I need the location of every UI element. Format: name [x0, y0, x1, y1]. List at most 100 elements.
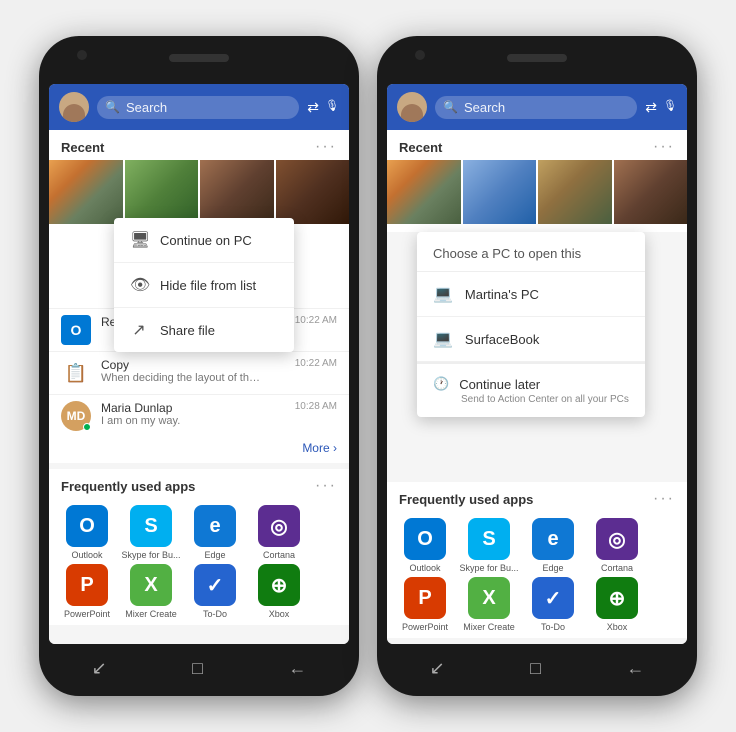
- camera-2: [415, 50, 425, 60]
- nav-home-icon[interactable]: □: [192, 658, 203, 679]
- surfacebook-label: SurfaceBook: [465, 332, 539, 347]
- continue-on-pc-item[interactable]: 🖥 Continue on PC: [114, 218, 294, 263]
- app-outlook[interactable]: O Outlook: [57, 505, 117, 560]
- martinas-pc-item[interactable]: 💻 Martina's PC: [417, 272, 645, 317]
- recent-title-2: Recent: [399, 140, 442, 155]
- cortana-app-icon-2: ◎: [596, 518, 638, 560]
- outlook-icon: O: [61, 315, 91, 345]
- recent-title: Recent: [61, 140, 104, 155]
- app-todo[interactable]: ✓ To-Do: [185, 564, 245, 619]
- image-2[interactable]: [125, 160, 199, 224]
- copy-title: Copy: [101, 358, 285, 372]
- martinas-pc-label: Martina's PC: [465, 287, 539, 302]
- image-2-3[interactable]: [538, 160, 612, 224]
- online-dot: [83, 423, 91, 431]
- recent-dots-2[interactable]: ···: [653, 138, 675, 156]
- nav-back-icon[interactable]: ←: [288, 658, 306, 679]
- image-2-2[interactable]: [463, 160, 537, 224]
- app-2-mixer[interactable]: X Mixer Create: [459, 577, 519, 632]
- continue-later-item[interactable]: 🕐 Continue later Send to Action Center o…: [417, 362, 645, 417]
- image-4[interactable]: [276, 160, 350, 224]
- app-edge[interactable]: e Edge: [185, 505, 245, 560]
- mixer-app-label-2: Mixer Create: [463, 622, 515, 632]
- search-text-2: Search: [464, 100, 505, 115]
- apps-grid-2: O Outlook S Skype for Bu... e Edge ◎: [387, 512, 687, 638]
- app-2-xbox[interactable]: ⊕ Xbox: [587, 577, 647, 632]
- apps-dots[interactable]: ···: [315, 477, 337, 495]
- more-label: More: [302, 441, 329, 455]
- search-icon-2: 🔍: [443, 100, 458, 114]
- outlook-time: 10:22 AM: [295, 315, 337, 326]
- search-bar-2[interactable]: 🔍 Search: [435, 96, 637, 119]
- app-cortana[interactable]: ◎ Cortana: [249, 505, 309, 560]
- apps-title: Frequently used apps: [61, 479, 195, 494]
- pc-menu-title: Choose a PC to open this: [417, 232, 645, 272]
- nav-back-icon-2[interactable]: ←: [626, 658, 644, 679]
- todo-app-icon: ✓: [194, 564, 236, 606]
- nav-home-icon-2[interactable]: □: [530, 658, 541, 679]
- image-grid-2: [387, 160, 687, 228]
- maria-activity[interactable]: MD Maria Dunlap I am on my way. 10:28 AM: [49, 394, 349, 437]
- app-skype[interactable]: S Skype for Bu...: [121, 505, 181, 560]
- phone-1-screen: 🔍 Search ⇄ 🎙 Recent ···: [49, 84, 349, 644]
- pc-chooser-menu: Choose a PC to open this 💻 Martina's PC …: [417, 232, 645, 417]
- surfacebook-item[interactable]: 💻 SurfaceBook: [417, 317, 645, 362]
- todo-app-label-2: To-Do: [541, 622, 565, 632]
- powerpoint-app-label-2: PowerPoint: [402, 622, 448, 632]
- skype-app-label: Skype for Bu...: [121, 550, 180, 560]
- app-2-skype[interactable]: S Skype for Bu...: [459, 518, 519, 573]
- hide-file-item[interactable]: 👁 Hide file from list: [114, 263, 294, 308]
- app-powerpoint[interactable]: P PowerPoint: [57, 564, 117, 619]
- more-link[interactable]: More ›: [49, 437, 349, 463]
- camera: [77, 50, 87, 60]
- header-icons: ⇄ 🎙: [307, 99, 339, 116]
- apps-dots-2[interactable]: ···: [653, 490, 675, 508]
- nav-recent-icon[interactable]: ↙: [92, 658, 107, 679]
- mic-icon: 🎙: [325, 99, 339, 116]
- app-2-outlook[interactable]: O Outlook: [395, 518, 455, 573]
- nav-recent-icon-2[interactable]: ↙: [430, 658, 445, 679]
- powerpoint-app-icon-2: P: [404, 577, 446, 619]
- laptop-icon-2: 💻: [433, 329, 453, 349]
- continue-on-pc-label: Continue on PC: [160, 233, 252, 248]
- eye-icon: 👁: [130, 275, 148, 295]
- header-icons-2: ⇄ 🎙: [645, 99, 677, 116]
- xbox-app-label-2: Xbox: [607, 622, 628, 632]
- mic-icon-2: 🎙: [663, 99, 677, 116]
- phone-2-screen: 🔍 Search ⇄ 🎙 Recent ···: [387, 84, 687, 644]
- image-1[interactable]: [49, 160, 123, 224]
- app-mixer[interactable]: X Mixer Create: [121, 564, 181, 619]
- phone-2: 🔍 Search ⇄ 🎙 Recent ···: [377, 36, 697, 696]
- apps-section: Frequently used apps ··· O Outlook S Sky…: [49, 469, 349, 625]
- cortana-app-label: Cortana: [263, 550, 295, 560]
- mixer-app-label: Mixer Create: [125, 609, 177, 619]
- skype-app-icon: S: [130, 505, 172, 547]
- recent-section: Recent ··· 🖥: [49, 130, 349, 463]
- apps-header: Frequently used apps ···: [49, 469, 349, 499]
- copy-icon: 📋: [61, 358, 91, 388]
- app-2-powerpoint[interactable]: P PowerPoint: [395, 577, 455, 632]
- continue-later-label: Continue later: [459, 377, 540, 392]
- app-2-cortana[interactable]: ◎ Cortana: [587, 518, 647, 573]
- continue-later-title: 🕐 Continue later: [433, 376, 629, 392]
- maria-time: 10:28 AM: [295, 401, 337, 412]
- image-2-1[interactable]: [387, 160, 461, 224]
- app-2-todo[interactable]: ✓ To-Do: [523, 577, 583, 632]
- search-bar[interactable]: 🔍 Search: [97, 96, 299, 119]
- copy-activity[interactable]: 📋 Copy When deciding the layout of the d…: [49, 351, 349, 394]
- outlook-app-label: Outlook: [71, 550, 102, 560]
- share-icon: ↗: [130, 320, 148, 340]
- mixer-app-icon-2: X: [468, 577, 510, 619]
- image-3[interactable]: [200, 160, 274, 224]
- phone-1-body: 🔍 Search ⇄ 🎙 Recent ···: [39, 36, 359, 696]
- outlook-app-icon-2: O: [404, 518, 446, 560]
- app-2-edge[interactable]: e Edge: [523, 518, 583, 573]
- share-file-item[interactable]: ↗ Share file: [114, 308, 294, 352]
- edge-app-icon: e: [194, 505, 236, 547]
- recent-dots[interactable]: ···: [315, 138, 337, 156]
- outlook-app-icon: O: [66, 505, 108, 547]
- main-content: Recent ··· 🖥: [49, 130, 349, 644]
- app-xbox[interactable]: ⊕ Xbox: [249, 564, 309, 619]
- image-2-4[interactable]: [614, 160, 688, 224]
- apps-title-2: Frequently used apps: [399, 492, 533, 507]
